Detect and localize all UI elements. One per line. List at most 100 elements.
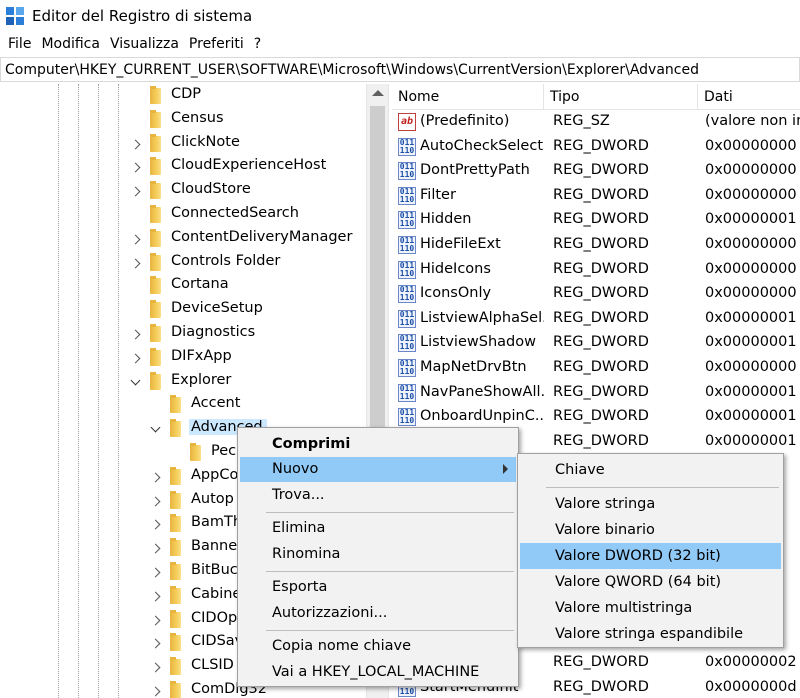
tree-item-label: Autop bbox=[191, 490, 234, 507]
chevron-right-icon[interactable] bbox=[150, 472, 162, 484]
menu-file[interactable]: File bbox=[4, 36, 37, 52]
menu-item-trova[interactable]: Trova... bbox=[240, 482, 516, 508]
folder-icon bbox=[170, 657, 181, 676]
chevron-right-icon[interactable] bbox=[130, 234, 142, 246]
tree-item-label: ConnectedSearch bbox=[171, 205, 299, 221]
column-data[interactable]: Dati bbox=[698, 84, 800, 110]
value-row[interactable]: 011 110HideIcons REG_DWORD 0x00000000 (0 bbox=[392, 258, 800, 283]
tree-item-census[interactable]: Census bbox=[0, 108, 366, 132]
value-row[interactable]: 011 110 DontPrettyPath REG_DWORD 0x00000000… bbox=[392, 159, 800, 184]
tree-item-controls-folder[interactable]: Controls Folder bbox=[0, 251, 366, 275]
value-name: Hidden bbox=[420, 211, 472, 228]
menu-help[interactable]: ? bbox=[250, 36, 267, 52]
chevron-down-icon[interactable] bbox=[150, 424, 162, 436]
new-submenu: Chiave Valore stringa Valore binario Valore… bbox=[517, 453, 784, 648]
menu-item-comprimi[interactable]: Comprimi bbox=[240, 431, 516, 457]
column-type[interactable]: Tipo bbox=[544, 84, 698, 110]
tree-item-diagnostics[interactable]: Diagnostics bbox=[0, 322, 366, 346]
value-type: REG_DWORD bbox=[553, 211, 649, 228]
menu-item-vai-a-hkey-local-machine[interactable]: Vai a HKEY_LOCAL_MACHINE bbox=[240, 659, 516, 685]
tree-item-cortana[interactable]: Cortana bbox=[0, 274, 366, 298]
chevron-right-icon[interactable] bbox=[150, 686, 162, 698]
menu-item-valore-qword-64-bit[interactable]: Valore QWORD (64 bit) bbox=[520, 569, 781, 595]
folder-icon bbox=[170, 633, 181, 652]
value-row[interactable]: 011 110 NavPaneShowAll... REG_DWORD 0x00000… bbox=[392, 381, 800, 406]
scroll-up-arrow-icon[interactable] bbox=[372, 90, 384, 96]
tree-item-explorer[interactable]: Explorer bbox=[0, 370, 366, 394]
menu-favorites[interactable]: Preferiti bbox=[185, 36, 250, 52]
chevron-right-icon[interactable] bbox=[150, 638, 162, 650]
chevron-right-icon[interactable] bbox=[150, 615, 162, 627]
tree-item-cdp[interactable]: CDP bbox=[0, 84, 366, 108]
menu-item-esporta[interactable]: Esporta bbox=[240, 575, 516, 601]
menu-item-label: Autorizzazioni... bbox=[272, 604, 388, 621]
value-row[interactable]: ab (Predefinito) REG_SZ (valore non im bbox=[392, 110, 800, 135]
tree-item-label: CIDOp bbox=[191, 609, 238, 626]
value-type: REG_DWORD bbox=[553, 137, 649, 154]
chevron-right-icon[interactable] bbox=[150, 543, 162, 555]
folder-icon bbox=[150, 324, 161, 342]
tree-item-accent[interactable]: Accent bbox=[0, 393, 366, 417]
chevron-right-icon[interactable] bbox=[130, 162, 142, 174]
chevron-right-icon[interactable] bbox=[150, 519, 162, 531]
menu-item-label: Valore multistringa bbox=[555, 600, 693, 616]
chevron-right-icon[interactable] bbox=[150, 591, 162, 603]
menu-item-valore-binario[interactable]: Valore binario bbox=[520, 517, 781, 543]
menu-item-nuovo[interactable]: Nuovo bbox=[240, 456, 516, 482]
menu-item-label: Elimina bbox=[272, 520, 326, 537]
menu-item-valore-dword-32-bit[interactable]: Valore DWORD (32 bit) bbox=[520, 543, 781, 569]
folder-icon bbox=[150, 109, 161, 128]
menu-item-valore-stringa-espandibile[interactable]: Valore stringa espandibile bbox=[520, 621, 781, 647]
tree-item-contentdeliverymanager[interactable]: ContentDeliveryManager bbox=[0, 227, 366, 251]
tree-item-clicknote[interactable]: ClickNote bbox=[0, 132, 366, 156]
chevron-right-icon[interactable] bbox=[130, 258, 142, 270]
value-row[interactable]: 011 110 ListviewShadow REG_DWORD 0x00000001… bbox=[392, 331, 800, 356]
address-bar[interactable]: Computer\HKEY_CURRENT_USER\SOFTWARE\Micr… bbox=[0, 57, 800, 82]
menu-item-rinomina[interactable]: Rinomina bbox=[240, 541, 516, 567]
menu-item-copia-nome-chiave[interactable]: Copia nome chiave bbox=[240, 634, 516, 660]
value-row[interactable]: 011 110MapNetDrvBtn REG_DWORD 0x00000000 (… bbox=[392, 356, 800, 381]
chevron-right-icon[interactable] bbox=[150, 567, 162, 579]
menu-edit[interactable]: Modifica bbox=[37, 36, 106, 52]
registry-editor-icon bbox=[6, 7, 24, 25]
tree-item-difxapp[interactable]: DIFxApp bbox=[0, 346, 366, 370]
value-row[interactable]: 011 110IconsOnly REG_DWORD 0x00000000 (0 bbox=[392, 282, 800, 307]
tree-item-cloudexperiencehost[interactable]: CloudExperienceHost bbox=[0, 155, 366, 179]
tree-item-label: CDP bbox=[171, 86, 202, 102]
tree-item-label: DIFxApp bbox=[171, 347, 232, 364]
value-name: MapNetDrvBtn bbox=[420, 359, 527, 375]
tree-item-label: Pec bbox=[211, 443, 237, 459]
folder-icon bbox=[150, 205, 161, 223]
menu-item-valore-stringa[interactable]: Valore stringa bbox=[520, 491, 781, 517]
value-row[interactable]: 011 110Filter REG_DWORD 0x00000000 (0 bbox=[392, 184, 800, 209]
menu-item-chiave[interactable]: Chiave bbox=[520, 457, 781, 483]
chevron-right-icon[interactable] bbox=[130, 353, 142, 365]
value-name: (Predefinito) bbox=[420, 113, 510, 129]
binary-value-icon: 011 110 bbox=[398, 162, 416, 181]
tree-item-devicesetup[interactable]: DeviceSetup bbox=[0, 298, 366, 322]
folder-icon bbox=[170, 585, 181, 604]
tree-item-connectedsearch[interactable]: ConnectedSearch bbox=[0, 203, 366, 227]
value-row[interactable]: 011 110HideFileExt REG_DWORD 0x00000000 (0 bbox=[392, 233, 800, 258]
value-row[interactable]: 011 110Hidden REG_DWORD 0x00000001 (1 bbox=[392, 208, 800, 233]
chevron-right-icon[interactable] bbox=[130, 329, 142, 341]
tree-item-cloudstore[interactable]: CloudStore bbox=[0, 179, 366, 203]
menu-view[interactable]: Visualizza bbox=[106, 36, 185, 52]
folder-icon bbox=[150, 252, 161, 271]
chevron-right-icon[interactable] bbox=[130, 139, 142, 151]
chevron-right-icon[interactable] bbox=[150, 662, 162, 674]
value-name: DontPrettyPath bbox=[420, 162, 530, 179]
chevron-right-icon[interactable] bbox=[150, 496, 162, 508]
folder-icon bbox=[170, 562, 181, 580]
menu-item-autorizzazioni[interactable]: Autorizzazioni... bbox=[240, 600, 516, 626]
menu-item-elimina[interactable]: Elimina bbox=[240, 516, 516, 542]
value-row[interactable]: 011 110 ListviewAlphaSel... REG_DWORD 0x000… bbox=[392, 307, 800, 332]
column-name[interactable]: Nome bbox=[392, 84, 544, 110]
menu-item-valore-multistringa[interactable]: Valore multistringa bbox=[520, 595, 781, 621]
chevron-right-icon[interactable] bbox=[130, 186, 142, 198]
chevron-down-icon[interactable] bbox=[130, 377, 142, 389]
menu-item-label: Vai a HKEY_LOCAL_MACHINE bbox=[272, 663, 480, 680]
menu-item-label: Comprimi bbox=[272, 435, 351, 452]
value-row[interactable]: 011 110 AutoCheckSelect REG_DWORD 0x0000000… bbox=[392, 135, 800, 160]
string-value-icon: ab bbox=[398, 113, 416, 131]
